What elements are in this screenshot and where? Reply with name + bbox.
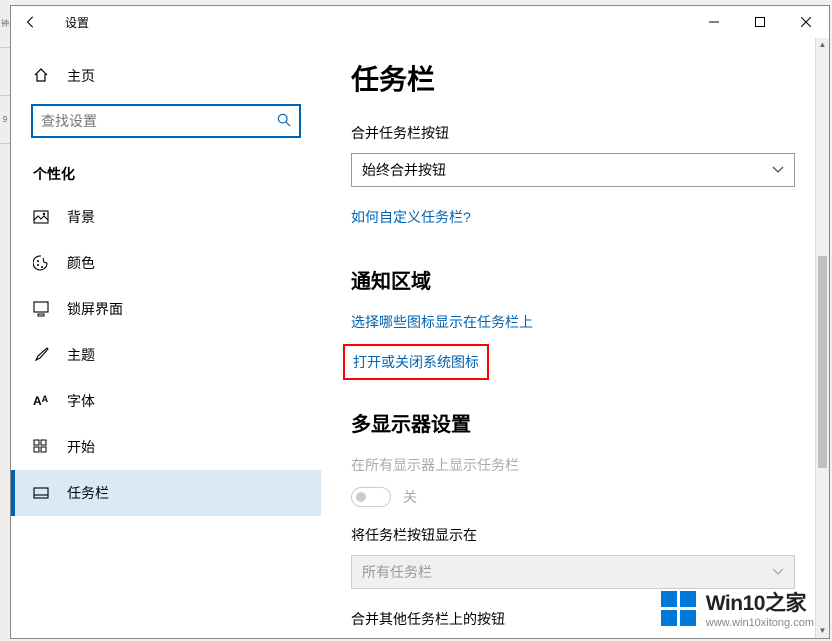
titlebar: 设置 <box>11 6 829 38</box>
chevron-down-icon <box>772 565 784 579</box>
lock-icon <box>33 301 49 317</box>
dropdown-value: 始终合并按钮 <box>362 160 446 180</box>
combine-label: 合并任务栏按钮 <box>351 123 789 143</box>
scroll-up-arrow[interactable]: ▲ <box>816 38 829 52</box>
sidebar-item-start[interactable]: 开始 <box>11 424 321 470</box>
vertical-scrollbar[interactable]: ▲ ▼ <box>815 38 829 638</box>
combine-other-label: 合并其他任务栏上的按钮 <box>351 609 789 629</box>
close-button[interactable] <box>783 7 829 37</box>
notification-section-title: 通知区域 <box>351 265 789 294</box>
multi-toggle <box>351 487 391 507</box>
sidebar-item-themes[interactable]: 主题 <box>11 332 321 378</box>
home-nav[interactable]: 主页 <box>11 56 321 96</box>
page-title: 任务栏 <box>351 58 789 98</box>
grid-icon <box>33 439 49 455</box>
taskbar-icon <box>33 485 49 501</box>
sidebar-item-label: 开始 <box>67 437 95 457</box>
home-label: 主页 <box>67 66 95 86</box>
sidebar-item-label: 锁屏界面 <box>67 299 123 319</box>
sidebar-item-label: 任务栏 <box>67 483 109 503</box>
highlight-box: 打开或关闭系统图标 <box>343 344 489 380</box>
how-customize-link[interactable]: 如何自定义任务栏? <box>351 207 471 227</box>
main-panel: 任务栏 合并任务栏按钮 始终合并按钮 如何自定义任务栏? 通知区域 选择哪些图标… <box>321 38 829 638</box>
picture-icon <box>33 209 49 225</box>
font-icon: AA <box>33 394 49 408</box>
dropdown-value: 所有任务栏 <box>362 562 432 582</box>
select-icons-link[interactable]: 选择哪些图标显示在任务栏上 <box>351 312 533 332</box>
scroll-down-arrow[interactable]: ▼ <box>816 624 829 638</box>
toggle-state-label: 关 <box>403 487 417 507</box>
home-icon <box>33 67 49 86</box>
sidebar-item-colors[interactable]: 颜色 <box>11 240 321 286</box>
multi-monitor-section-title: 多显示器设置 <box>351 408 789 437</box>
sidebar-item-background[interactable]: 背景 <box>11 194 321 240</box>
brush-icon <box>33 347 49 363</box>
scrollbar-thumb[interactable] <box>818 256 827 468</box>
show-buttons-dropdown: 所有任务栏 <box>351 555 795 589</box>
sidebar-item-label: 主题 <box>67 345 95 365</box>
sidebar-item-label: 颜色 <box>67 253 95 273</box>
combine-dropdown[interactable]: 始终合并按钮 <box>351 153 795 187</box>
search-icon <box>277 113 291 130</box>
show-buttons-label: 将任务栏按钮显示在 <box>351 525 789 545</box>
sidebar-item-label: 字体 <box>67 391 95 411</box>
sidebar-section-title: 个性化 <box>11 148 321 194</box>
sidebar-item-lockscreen[interactable]: 锁屏界面 <box>11 286 321 332</box>
minimize-button[interactable] <box>691 7 737 37</box>
sidebar-item-label: 背景 <box>67 207 95 227</box>
settings-window: 设置 主页 <box>10 5 830 639</box>
search-input[interactable] <box>41 113 277 129</box>
window-title: 设置 <box>65 14 89 31</box>
back-button[interactable] <box>17 8 45 36</box>
sidebar-item-fonts[interactable]: AA 字体 <box>11 378 321 424</box>
palette-icon <box>33 255 49 271</box>
sidebar: 主页 个性化 背景 颜 <box>11 38 321 638</box>
chevron-down-icon <box>772 163 784 177</box>
desktop-sliver: 钟 9 <box>0 0 10 640</box>
maximize-button[interactable] <box>737 7 783 37</box>
system-icons-link[interactable]: 打开或关闭系统图标 <box>353 352 479 372</box>
search-box[interactable] <box>31 104 301 138</box>
sidebar-item-taskbar[interactable]: 任务栏 <box>11 470 321 516</box>
multi-show-label: 在所有显示器上显示任务栏 <box>351 455 789 475</box>
